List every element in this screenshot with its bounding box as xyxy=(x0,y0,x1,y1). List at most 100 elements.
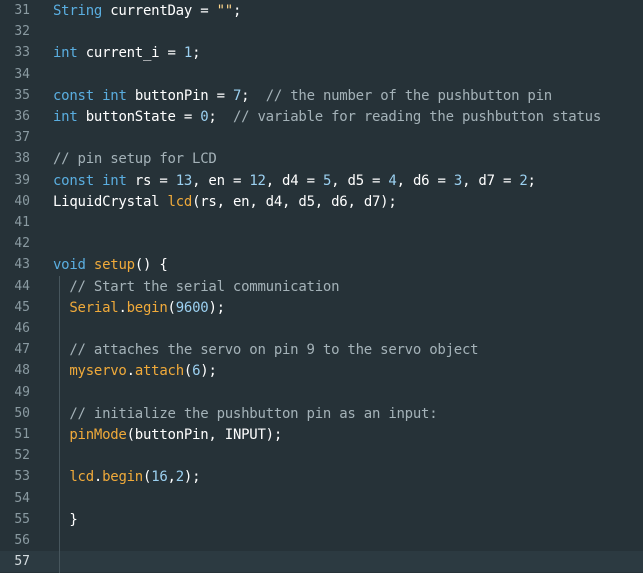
line-number: 50 xyxy=(14,405,30,421)
code-token: myservo xyxy=(69,363,127,380)
code-token: . xyxy=(93,469,103,486)
code-text: } xyxy=(53,510,78,530)
code-token: 4 xyxy=(388,172,397,189)
code-token: 12 xyxy=(249,172,266,189)
code-token: ; xyxy=(232,3,242,19)
code-line[interactable]: 31 String currentDay = ""; xyxy=(0,0,643,21)
code-token: currentDay = xyxy=(102,3,217,19)
code-text: // initialize the pushbutton pin as an i… xyxy=(53,404,437,424)
code-line[interactable]: 43 void setup() { xyxy=(0,254,643,275)
line-number: 33 xyxy=(14,45,30,61)
code-line[interactable]: 56 xyxy=(0,530,643,551)
code-token: int xyxy=(53,45,78,62)
code-line[interactable]: 53 lcd.begin(16,2); xyxy=(0,466,643,487)
code-line[interactable]: 36 int buttonState = 0; // variable for r… xyxy=(0,106,643,127)
line-number: 51 xyxy=(14,427,30,442)
code-token: ( xyxy=(167,299,176,316)
code-token: , d4 = xyxy=(265,172,323,189)
code-text: LiquidCrystal lcd(rs, en, d4, d5, d6, d7… xyxy=(53,192,397,212)
code-text: int current_i = 1; xyxy=(53,43,201,63)
code-line[interactable]: 42 xyxy=(0,233,643,254)
code-token: void xyxy=(53,257,86,274)
line-number: 32 xyxy=(14,24,30,40)
code-editor[interactable]: 31 String currentDay = ""; 32 33 int current… xyxy=(0,0,643,573)
line-number: 46 xyxy=(14,321,30,336)
code-line[interactable]: 37 xyxy=(0,127,643,148)
code-line[interactable]: 41 xyxy=(0,212,643,233)
line-number: 41 xyxy=(14,215,30,230)
code-token: "" xyxy=(216,3,234,19)
code-line[interactable]: 55 } xyxy=(0,509,643,530)
code-token: 1 xyxy=(183,45,193,62)
code-token: ( xyxy=(183,363,193,380)
code-token: ); xyxy=(183,469,201,486)
line-number: 56 xyxy=(14,533,30,548)
indent-guide xyxy=(59,276,60,573)
code-token: 7 xyxy=(232,87,242,104)
code-token: 2 xyxy=(175,469,184,486)
line-number: 48 xyxy=(14,363,30,379)
line-number: 52 xyxy=(14,448,30,464)
code-line[interactable]: 46 xyxy=(0,318,643,339)
code-line[interactable]: 33 int current_i = 1; xyxy=(0,42,643,63)
line-number: 40 xyxy=(14,193,30,209)
code-text: int buttonState = 0; // variable for rea… xyxy=(53,107,601,127)
code-token: , d7 = xyxy=(462,172,520,189)
line-number: 43 xyxy=(14,257,30,273)
code-token: } xyxy=(53,511,78,528)
code-token: LiquidCrystal xyxy=(53,193,168,210)
line-number: 44 xyxy=(14,278,30,294)
code-line[interactable]: 45 Serial.begin(9600); xyxy=(0,297,643,318)
code-text: String currentDay = ""; xyxy=(53,1,241,21)
line-number: 34 xyxy=(14,66,30,82)
code-line[interactable]: 34 xyxy=(0,64,643,85)
code-line[interactable]: 38 // pin setup for LCD xyxy=(0,148,643,169)
code-token: 13 xyxy=(175,172,193,189)
code-token: lcd xyxy=(69,469,94,486)
code-line[interactable]: 50 // initialize the pushbutton pin as a… xyxy=(0,403,643,424)
code-token: lcd xyxy=(167,193,193,210)
code-token: ; xyxy=(241,87,266,104)
code-line[interactable]: 49 xyxy=(0,382,643,403)
code-line[interactable]: 47 // attaches the servo on pin 9 to the… xyxy=(0,339,643,360)
code-token: pinMode xyxy=(69,427,127,443)
code-line[interactable]: 40 LiquidCrystal lcd(rs, en, d4, d5, d6, … xyxy=(0,191,643,212)
line-number: 37 xyxy=(14,130,30,146)
line-number: 38 xyxy=(14,151,30,167)
code-token: 2 xyxy=(519,172,528,189)
line-number: 55 xyxy=(14,511,30,527)
code-line[interactable]: 32 xyxy=(0,21,643,42)
code-token: ); xyxy=(200,363,217,380)
code-line[interactable]: 35 const int buttonPin = 7; // the number… xyxy=(0,85,643,106)
code-token: ; xyxy=(192,45,201,62)
code-token: current_i = xyxy=(77,45,184,62)
code-line[interactable]: 48 myservo.attach(6); xyxy=(0,360,643,381)
code-line[interactable]: 51 pinMode(buttonPin, INPUT); xyxy=(0,424,643,445)
code-token: attach xyxy=(134,363,184,380)
code-text: const int buttonPin = 7; // the number o… xyxy=(53,86,552,106)
code-line[interactable]: 57 xyxy=(0,551,643,573)
code-token: . xyxy=(126,363,135,380)
code-token: , d6 = xyxy=(396,172,454,189)
code-line[interactable]: 52 xyxy=(0,445,643,466)
line-number: 39 xyxy=(14,172,30,188)
code-line[interactable]: 39 const int rs = 13, en = 12, d4 = 5, d5… xyxy=(0,170,643,191)
code-token: , d5 = xyxy=(331,172,389,189)
code-line[interactable]: 44 // Start the serial communication xyxy=(0,276,643,297)
code-token: // Start the serial communication xyxy=(69,278,340,295)
line-number: 35 xyxy=(14,87,30,103)
code-token: 3 xyxy=(453,172,463,189)
code-token: // variable for reading the pushbutton s… xyxy=(232,109,602,125)
line-number: 42 xyxy=(14,236,30,252)
code-line[interactable]: 54 xyxy=(0,488,643,509)
code-token: int xyxy=(53,109,78,125)
code-text: const int rs = 13, en = 12, d4 = 5, d5 =… xyxy=(53,171,536,191)
code-token: begin xyxy=(126,299,168,316)
